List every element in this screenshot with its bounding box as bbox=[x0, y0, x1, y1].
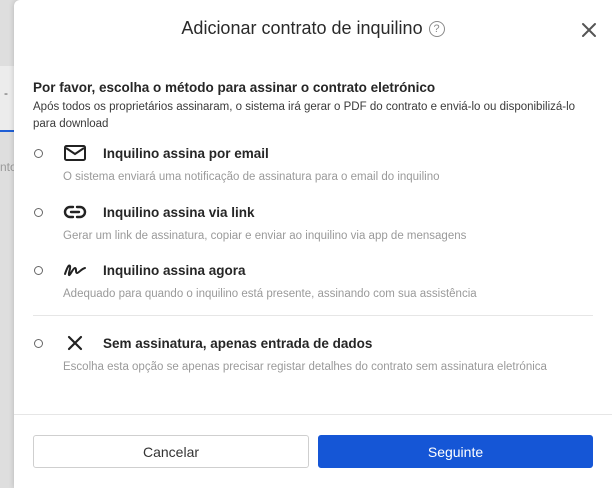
help-icon[interactable]: ? bbox=[428, 20, 445, 37]
option-sign-by-email[interactable]: Inquilino assina por email O sistema env… bbox=[33, 145, 593, 190]
radio-sign-now[interactable] bbox=[34, 266, 43, 275]
option-no-signature[interactable]: Sem assinatura, apenas entrada de dados … bbox=[33, 335, 593, 380]
intro-description: Após todos os proprietários assinaram, o… bbox=[33, 101, 576, 130]
option-label: Sem assinatura, apenas entrada de dados bbox=[103, 336, 373, 351]
dialog-title-row: Adicionar contrato de inquilino ? bbox=[14, 18, 612, 39]
signature-icon bbox=[64, 264, 86, 277]
add-tenant-contract-dialog: Adicionar contrato de inquilino ? Por fa… bbox=[14, 0, 612, 488]
close-icon[interactable] bbox=[580, 21, 598, 39]
link-icon bbox=[63, 205, 87, 219]
next-button[interactable]: Seguinte bbox=[318, 435, 593, 468]
options-divider bbox=[33, 315, 593, 316]
envelope-icon bbox=[64, 145, 86, 161]
option-description: Gerar um link de assinatura, copiar e en… bbox=[63, 230, 467, 242]
option-label: Inquilino assina por email bbox=[103, 146, 269, 161]
option-description: Escolha esta opção se apenas precisar re… bbox=[63, 361, 547, 373]
radio-sign-by-email[interactable] bbox=[34, 149, 43, 158]
option-description: Adequado para quando o inquilino está pr… bbox=[63, 288, 477, 300]
option-sign-via-link[interactable]: Inquilino assina via link Gerar um link … bbox=[33, 205, 593, 249]
footer-divider bbox=[14, 414, 612, 415]
option-description: O sistema enviará uma notificação de ass… bbox=[63, 171, 440, 183]
radio-sign-via-link[interactable] bbox=[34, 208, 43, 217]
radio-no-signature[interactable] bbox=[34, 339, 43, 348]
dialog-title: Adicionar contrato de inquilino bbox=[181, 18, 423, 38]
option-label: Inquilino assina via link bbox=[103, 205, 255, 220]
dialog-header: Adicionar contrato de inquilino ? bbox=[14, 0, 612, 58]
x-icon bbox=[67, 335, 83, 351]
cancel-button[interactable]: Cancelar bbox=[33, 435, 309, 468]
background-dash: - bbox=[4, 86, 8, 100]
intro-section: Por favor, escolha o método para assinar… bbox=[33, 80, 593, 133]
intro-title: Por favor, escolha o método para assinar… bbox=[33, 80, 436, 95]
option-sign-now[interactable]: Inquilino assina agora Adequado para qua… bbox=[33, 263, 593, 307]
option-label: Inquilino assina agora bbox=[103, 263, 246, 278]
